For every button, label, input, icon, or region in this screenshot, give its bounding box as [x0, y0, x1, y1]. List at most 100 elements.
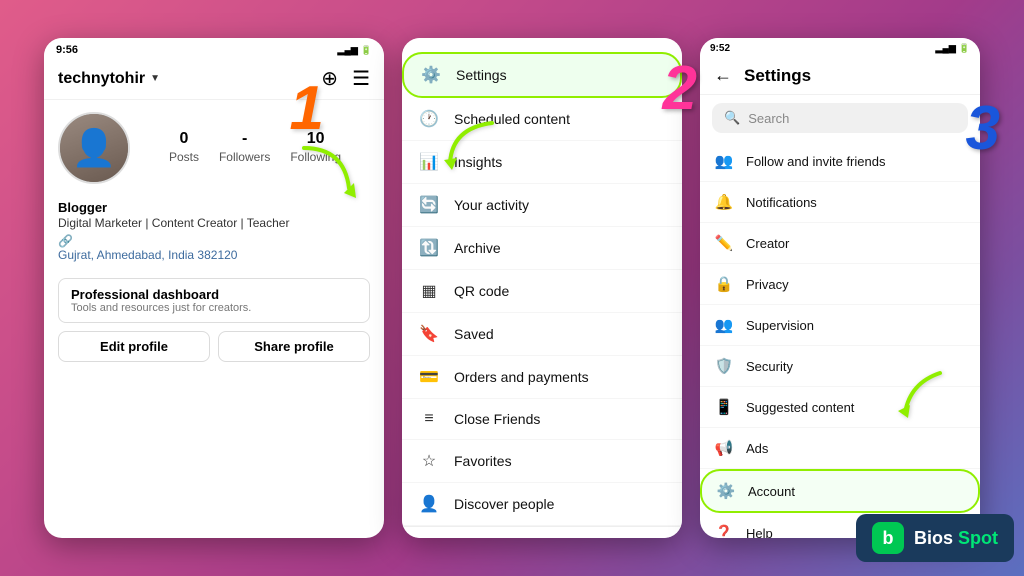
settings-page-title: Settings: [744, 66, 811, 86]
follow-icon: 👥: [714, 152, 734, 170]
menu-item-favorites[interactable]: ☆ Favorites: [402, 440, 682, 483]
screen1-profile: 9:56 ▂▄▆ 🔋 technytohir ▼ ⊕ ☰ 👤: [44, 38, 384, 538]
bios-b-logo: b: [872, 522, 904, 554]
share-profile-button[interactable]: Share profile: [218, 331, 370, 362]
saved-label: Saved: [454, 326, 494, 342]
favorites-icon: ☆: [418, 451, 440, 471]
nav-square-icon[interactable]: □: [443, 537, 454, 538]
posts-stat[interactable]: 0 Posts: [169, 130, 199, 166]
settings-page-header: ← Settings: [700, 57, 980, 95]
status-bar-1: 9:56 ▂▄▆ 🔋: [44, 38, 384, 60]
settings-item-privacy[interactable]: 🔒 Privacy: [700, 264, 980, 305]
help-icon: ❓: [714, 524, 734, 538]
notifications-icon: 🔔: [714, 193, 734, 211]
step-number-3: 3: [966, 98, 1000, 160]
screen3-content: 9:52 ▂▄▆ 🔋 ← Settings 🔍 Search 👥: [700, 38, 980, 538]
spot-word: Spot: [958, 528, 998, 548]
settings-item-account[interactable]: ⚙️ Account: [700, 469, 980, 513]
security-icon: 🛡️: [714, 357, 734, 375]
ads-label: Ads: [746, 441, 768, 456]
favorites-label: Favorites: [454, 453, 512, 469]
arrow-3: [880, 363, 960, 438]
signal-icon-3: ▂▄▆: [936, 43, 956, 54]
settings-item-supervision[interactable]: 👥 Supervision: [700, 305, 980, 346]
screen2-wrapper: ⚙️ Settings 🕐 Scheduled content 📊 Insigh…: [402, 38, 682, 538]
settings-item-follow[interactable]: 👥 Follow and invite friends: [700, 141, 980, 182]
arrow-2: [432, 108, 512, 193]
followers-count: -: [219, 130, 270, 148]
dashboard-subtitle: Tools and resources just for creators.: [71, 302, 357, 314]
help-label: Help: [746, 526, 773, 539]
qr-icon: ▦: [418, 281, 440, 301]
bios-word: Bios: [914, 528, 953, 548]
status-time-3: 9:52: [710, 43, 730, 54]
search-icon: 🔍: [724, 110, 740, 126]
menu-item-close-friends[interactable]: ≡ Close Friends: [402, 399, 682, 440]
menu-item-qr[interactable]: ▦ QR code: [402, 270, 682, 313]
status-icons-3: ▂▄▆ 🔋: [936, 43, 970, 54]
close-friends-label: Close Friends: [454, 411, 540, 427]
follow-label: Follow and invite friends: [746, 154, 885, 169]
archive-icon: 🔃: [418, 238, 440, 258]
username-text: technytohir: [58, 70, 145, 88]
nav-triangle-icon[interactable]: ◁: [627, 537, 641, 538]
screen1-wrapper: 9:56 ▂▄▆ 🔋 technytohir ▼ ⊕ ☰ 👤: [44, 38, 384, 538]
menu-item-orders[interactable]: 💳 Orders and payments: [402, 356, 682, 399]
menu-item-archive[interactable]: 🔃 Archive: [402, 227, 682, 270]
saved-icon: 🔖: [418, 324, 440, 344]
bios-spot-brand: b Bios Spot: [856, 514, 1014, 562]
battery-icon: 🔋: [361, 45, 372, 56]
back-button[interactable]: ←: [714, 65, 732, 86]
qr-label: QR code: [454, 283, 509, 299]
security-label: Security: [746, 359, 793, 374]
posts-count: 0: [169, 130, 199, 148]
edit-profile-button[interactable]: Edit profile: [58, 331, 210, 362]
menu-item-settings[interactable]: ⚙️ Settings: [402, 52, 682, 98]
discover-icon: 👤: [418, 494, 440, 514]
menu-icon[interactable]: ☰: [352, 66, 370, 91]
menu-item-discover[interactable]: 👤 Discover people: [402, 483, 682, 526]
nav-circle-icon[interactable]: ○: [535, 537, 546, 538]
username-row: technytohir ▼: [58, 70, 160, 88]
settings-label: Settings: [456, 67, 507, 83]
avatar-image: 👤: [60, 114, 128, 182]
search-placeholder: Search: [748, 111, 789, 126]
settings-search-bar[interactable]: 🔍 Search: [712, 103, 968, 133]
professional-dashboard[interactable]: Professional dashboard Tools and resourc…: [58, 278, 370, 323]
settings-icon: ⚙️: [420, 65, 442, 85]
notifications-label: Notifications: [746, 195, 817, 210]
privacy-icon: 🔒: [714, 275, 734, 293]
suggested-label: Suggested content: [746, 400, 854, 415]
discover-label: Discover people: [454, 496, 554, 512]
menu-item-saved[interactable]: 🔖 Saved: [402, 313, 682, 356]
ads-icon: 📢: [714, 439, 734, 457]
status-icons-1: ▂▄▆ 🔋: [338, 45, 372, 56]
bios-brand-text: Bios Spot: [914, 528, 998, 549]
profile-buttons: Edit profile Share profile: [58, 331, 370, 362]
settings-list: 👥 Follow and invite friends 🔔 Notificati…: [700, 141, 980, 538]
nav-bar: □ ○ ◁: [402, 526, 682, 538]
supervision-label: Supervision: [746, 318, 814, 333]
settings-item-notifications[interactable]: 🔔 Notifications: [700, 182, 980, 223]
followers-label: Followers: [219, 150, 270, 164]
supervision-icon: 👥: [714, 316, 734, 334]
activity-icon: 🔄: [418, 195, 440, 215]
followers-stat[interactable]: - Followers: [219, 130, 270, 166]
signal-icon: ▂▄▆: [338, 45, 358, 56]
settings-item-creator[interactable]: ✏️ Creator: [700, 223, 980, 264]
screen3-settings: 9:52 ▂▄▆ 🔋 ← Settings 🔍 Search 👥: [700, 38, 980, 538]
posts-label: Posts: [169, 150, 199, 164]
suggested-icon: 📱: [714, 398, 734, 416]
orders-icon: 💳: [418, 367, 440, 387]
close-friends-icon: ≡: [418, 410, 440, 428]
account-icon: ⚙️: [716, 482, 736, 500]
chevron-down-icon[interactable]: ▼: [150, 73, 160, 84]
header-action-icons: ⊕ ☰: [321, 66, 370, 91]
avatar[interactable]: 👤: [58, 112, 130, 184]
privacy-label: Privacy: [746, 277, 789, 292]
status-time-1: 9:56: [56, 44, 78, 56]
step-number-2: 2: [663, 58, 697, 120]
status-bar-3: 9:52 ▂▄▆ 🔋: [700, 38, 980, 57]
creator-label: Creator: [746, 236, 789, 251]
bio-link[interactable]: 🔗: [58, 234, 370, 248]
